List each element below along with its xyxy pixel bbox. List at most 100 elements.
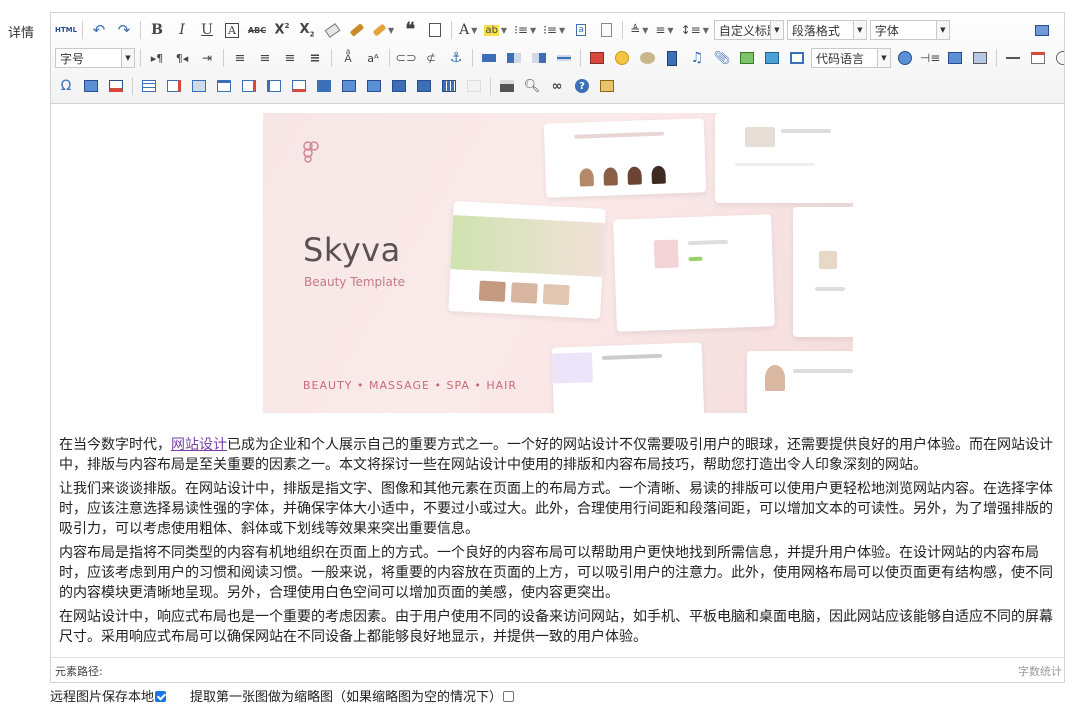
scrawl-icon[interactable]	[636, 47, 658, 69]
simple-upload-icon[interactable]	[586, 47, 608, 69]
merge-right-icon[interactable]	[338, 75, 360, 97]
remote-image-checkbox[interactable]	[155, 691, 167, 702]
subscript-icon[interactable]: X2	[296, 19, 318, 41]
superscript-icon[interactable]: X2	[271, 19, 293, 41]
heading-select[interactable]: 自定义标题 ▼	[713, 20, 784, 40]
justify-full-icon[interactable]: ≡	[304, 47, 326, 69]
insert-paragraph-before-table-icon[interactable]	[188, 75, 210, 97]
ordered-list-icon[interactable]: ⁝≡ ▼	[512, 19, 538, 41]
background-color-icon[interactable]: ab ▼	[482, 19, 509, 41]
print-icon[interactable]	[496, 75, 518, 97]
gmap-icon[interactable]	[761, 47, 783, 69]
background-icon[interactable]	[969, 47, 991, 69]
justify-center-icon[interactable]: ≡	[254, 47, 276, 69]
remote-image-label: 远程图片保存本地	[50, 690, 155, 705]
insert-frame-icon[interactable]	[786, 47, 808, 69]
preview-icon[interactable]: 🔍︎	[521, 75, 543, 97]
image-center-icon[interactable]	[553, 47, 575, 69]
template-icon[interactable]	[944, 47, 966, 69]
format-match-icon[interactable]	[346, 19, 368, 41]
fullscreen-icon[interactable]	[1031, 19, 1053, 41]
insert-video-icon[interactable]	[661, 47, 683, 69]
clear-doc-icon[interactable]	[595, 19, 617, 41]
rtl-icon[interactable]: ¶◂	[171, 47, 193, 69]
map-icon[interactable]	[736, 47, 758, 69]
merge-cells-icon[interactable]	[313, 75, 335, 97]
split-to-rows-icon[interactable]	[413, 75, 435, 97]
undo-icon[interactable]: ↶	[88, 19, 110, 41]
time-icon[interactable]	[1052, 47, 1064, 69]
font-color-icon[interactable]: A ▼	[457, 19, 479, 41]
rich-text-editor[interactable]: HTML ↶ ↷ B I U A ABC X2 X2 ▼ ❝ A ▼ ab ▼ ⁝≡…	[50, 12, 1065, 683]
anchor-icon[interactable]: ⚓	[445, 47, 467, 69]
delete-row-icon[interactable]	[238, 75, 260, 97]
insert-code-icon[interactable]	[894, 47, 916, 69]
blockquote-icon[interactable]: ❝	[399, 19, 421, 41]
editor-toolbar: HTML ↶ ↷ B I U A ABC X2 X2 ▼ ❝ A ▼ ab ▼ ⁝≡…	[51, 13, 1064, 104]
charts-icon[interactable]	[463, 75, 485, 97]
split-to-cols-icon[interactable]	[438, 75, 460, 97]
attachment-icon[interactable]: 📎︎	[711, 47, 733, 69]
wordimage-icon[interactable]	[80, 75, 102, 97]
snapscreen-icon[interactable]	[105, 75, 127, 97]
insert-table-icon[interactable]	[138, 75, 160, 97]
paste-plain-icon[interactable]	[424, 19, 446, 41]
toolbar-separator	[223, 49, 224, 67]
insert-col-icon[interactable]	[263, 75, 285, 97]
redo-icon[interactable]: ↷	[113, 19, 135, 41]
paragraph: 让我们来谈谈排版。在网站设计中，排版是指文字、图像和其他元素在页面上的布局方式。…	[59, 481, 1053, 537]
delete-col-icon[interactable]	[288, 75, 310, 97]
toolbar-separator	[389, 49, 390, 67]
ltr-icon[interactable]: ▸¶	[146, 47, 168, 69]
help-icon[interactable]: ?	[571, 75, 593, 97]
special-chars-icon[interactable]: Ω	[55, 75, 77, 97]
thumbnail-checkbox[interactable]	[503, 691, 515, 702]
font-border-icon[interactable]: A	[221, 19, 243, 41]
image-left-icon[interactable]	[503, 47, 525, 69]
emotion-icon[interactable]	[611, 47, 633, 69]
unordered-list-icon[interactable]: ⁝≡ ▼	[541, 19, 567, 41]
to-uppercase-icon[interactable]: Aͣ	[337, 47, 359, 69]
strikethrough-icon[interactable]: ABC	[246, 19, 268, 41]
article-link[interactable]: 网站设计	[171, 437, 227, 453]
paragraph-format-select[interactable]: 段落格式 ▼	[786, 20, 867, 40]
image-none-icon[interactable]	[478, 47, 500, 69]
toolbar-row-2: 字号 ▼ ▸¶ ¶◂ ⇥ ≡ ≡ ≡ ≡ Aͣ aᴬ ⊂⊃ ⊄ ⚓ ♫ 📎︎ 代…	[55, 45, 1064, 71]
music-icon[interactable]: ♫	[686, 47, 708, 69]
word-count-label: 字数统计	[1018, 665, 1062, 678]
auto-typeset-icon[interactable]: ▼	[371, 19, 396, 41]
template-preview-card	[448, 201, 606, 319]
select-all-icon[interactable]: a	[570, 19, 592, 41]
horizontal-rule-icon[interactable]	[1002, 47, 1024, 69]
editor-content[interactable]: Skyva Beauty Template BEAUTY • MASSAGE •…	[51, 103, 1064, 660]
code-language-select[interactable]: 代码语言 ▼	[811, 48, 891, 68]
field-label: 详情	[8, 26, 35, 41]
to-lowercase-icon[interactable]: aᴬ	[362, 47, 384, 69]
page-break-icon[interactable]: ⊣≡	[919, 47, 941, 69]
row-spacing-bottom-icon[interactable]: ≡ ▼	[653, 19, 675, 41]
bold-icon[interactable]: B	[146, 19, 168, 41]
row-spacing-top-icon[interactable]: ≜ ▼	[628, 19, 650, 41]
search-replace-icon[interactable]: ∞	[546, 75, 568, 97]
indent-icon[interactable]: ⇥	[196, 47, 218, 69]
delete-table-icon[interactable]	[163, 75, 185, 97]
unlink-icon[interactable]: ⊄	[420, 47, 442, 69]
drafts-icon[interactable]	[596, 75, 618, 97]
link-icon[interactable]: ⊂⊃	[395, 47, 417, 69]
line-height-icon[interactable]: ↕≡ ▼	[679, 19, 711, 41]
source-code-icon[interactable]: HTML	[55, 19, 77, 41]
toolbar-row-1: HTML ↶ ↷ B I U A ABC X2 X2 ▼ ❝ A ▼ ab ▼ ⁝≡…	[55, 17, 953, 43]
italic-icon[interactable]: I	[171, 19, 193, 41]
remove-format-icon[interactable]	[321, 19, 343, 41]
insert-row-icon[interactable]	[213, 75, 235, 97]
chevron-down-icon: ▼	[852, 21, 866, 39]
split-to-cells-icon[interactable]	[388, 75, 410, 97]
image-right-icon[interactable]	[528, 47, 550, 69]
justify-left-icon[interactable]: ≡	[229, 47, 251, 69]
underline-icon[interactable]: U	[196, 19, 218, 41]
font-family-select[interactable]: 字体 ▼	[869, 20, 950, 40]
font-size-select[interactable]: 字号 ▼	[55, 48, 135, 68]
justify-right-icon[interactable]: ≡	[279, 47, 301, 69]
date-icon[interactable]	[1027, 47, 1049, 69]
merge-down-icon[interactable]	[363, 75, 385, 97]
